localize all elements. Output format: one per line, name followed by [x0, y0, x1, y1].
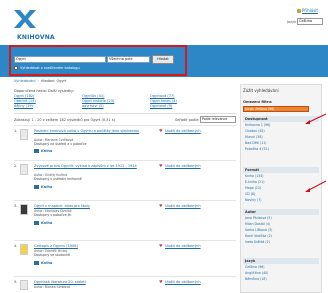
facet-item[interactable]: Čeština (96) [245, 265, 265, 270]
divider [14, 113, 236, 114]
book-cover-icon[interactable] [20, 129, 28, 140]
login-link[interactable]: Přihlásit [302, 8, 318, 14]
result-format: Kniha [41, 185, 53, 189]
facet-heading[interactable]: Autor [243, 209, 319, 215]
facet-item[interactable]: E-kniha (21) [245, 180, 264, 185]
save-favorite-link[interactable]: Uložit do oblíbených [165, 164, 201, 168]
facet-item[interactable]: Němčina (18) [245, 277, 267, 282]
result-title[interactable]: Ogyrtská literatura 20. století [34, 280, 154, 284]
result-item: 4. Cestopis z Ogyrtu (1908) Autor: Zdeně… [14, 240, 236, 274]
related-searches-title: Doporučená hesla: Další výsledky: [14, 89, 74, 93]
current-filter-label: Omezení filtru: [243, 100, 273, 104]
heart-icon[interactable]: ♥ [159, 204, 163, 208]
facet-item[interactable]: Noviny (7) [245, 198, 262, 203]
result-item: 1. Poslední kmenová válka v Ogyrtu a poč… [14, 125, 236, 159]
book-cover-icon[interactable] [20, 204, 28, 215]
facet-item[interactable]: Angličtina (40) [245, 271, 268, 276]
annotation-arrow-icon [305, 113, 327, 124]
related-link[interactable]: Ogyrt kmen (4) [150, 99, 177, 103]
book-cover-icon[interactable] [20, 244, 28, 255]
result-holdings: Dostupný v pobočce Jih [34, 213, 72, 217]
result-format: Kniha [41, 261, 53, 265]
facet-heading[interactable]: Jazyk [243, 258, 319, 264]
result-holdings: Dostupný ve studovně [34, 253, 70, 257]
facet-item[interactable]: Milan Dostál (4) [245, 222, 270, 227]
app-title: KNIHOVNA [17, 34, 55, 41]
facet-item[interactable]: Šárka Lišková (3) [245, 228, 272, 233]
result-number: 1. [14, 129, 18, 133]
library-logo[interactable] [14, 10, 36, 28]
breadcrumb-current: Hledání: Ogyrt [40, 79, 67, 83]
save-favorite-link[interactable]: Uložit do oblíbených [165, 204, 201, 208]
heart-icon[interactable]: ♥ [159, 129, 163, 133]
result-author: Autor: Blanka Šimková [34, 285, 71, 289]
result-title[interactable]: Cestopis z Ogyrtu (1908) [34, 244, 154, 248]
facet-heading[interactable]: Formát [243, 167, 319, 173]
facet-item[interactable]: Nad Děti (11) [245, 141, 266, 146]
breadcrumb-home[interactable]: Vyhledávání [14, 79, 36, 83]
facet-item[interactable]: Iveta Krátká (2) [245, 240, 270, 245]
related-link[interactable]: dějiny (19) [14, 104, 33, 108]
result-holdings: Dostupný na ústředí a v pobočce [34, 142, 87, 146]
book-cover-icon[interactable] [20, 280, 28, 290]
heart-icon[interactable]: ♥ [159, 280, 163, 284]
breadcrumb: Vyhledávání › Hledání: Ogyrt [14, 79, 67, 83]
result-number: 4. [14, 244, 18, 248]
save-favorite-link[interactable]: Uložit do oblíbených [165, 244, 201, 248]
related-searches: Ogyrt (182) Ogyrtův (41) Ogyrtová (77) O… [14, 94, 189, 111]
related-link[interactable]: Ogyrtové (9) [150, 104, 172, 108]
book-icon [34, 185, 39, 189]
result-number: 3. [14, 204, 18, 208]
sidebar-title: Zúžit vyhledávání [243, 88, 279, 93]
facet-item[interactable]: Jana Pánková (5) [245, 216, 272, 221]
result-title[interactable]: Ogyrt v mapách: atlas pro školy [34, 204, 154, 208]
active-filter[interactable]: Jazyk: čeština (96) [243, 106, 309, 112]
related-link[interactable]: Obecné (14) [14, 99, 36, 103]
facet-item[interactable]: Chodov (45) [245, 129, 265, 134]
facet-item[interactable]: Kniha (134) [245, 174, 264, 179]
language-label: Jazyk [287, 20, 297, 24]
facet-item[interactable]: Hlavní (38) [245, 135, 263, 140]
result-format: Kniha [41, 149, 53, 153]
page: KNIHOVNA Přihlásit Jazyk Čeština Ogyrt V… [0, 0, 328, 293]
search-highlight-box [9, 45, 187, 76]
result-title[interactable]: Zvykové právo Ogyrtů: výklad k zápisům z… [34, 164, 154, 168]
annotation-arrow-icon [305, 180, 327, 192]
book-icon [34, 149, 39, 153]
result-holdings: Dostupný v ústřední knihovně [34, 177, 82, 181]
result-item: 5. Ogyrtská literatura 20. století Autor… [14, 276, 236, 293]
related-link[interactable]: ogyrtství (5) [82, 104, 104, 108]
result-item: 2. Zvykové právo Ogyrtů: výklad k zápisů… [14, 160, 236, 194]
result-count: Zobrazuji 1 - 20 z celkem 182 výsledků p… [14, 118, 115, 122]
heart-icon[interactable]: ♥ [159, 164, 163, 168]
save-favorite-link[interactable]: Uložit do oblíbených [165, 129, 201, 133]
save-favorite-link[interactable]: Uložit do oblíbených [165, 280, 201, 284]
facet-item[interactable]: Knihovna 1 (96) [245, 123, 270, 128]
sort-select[interactable]: Podle relevance [200, 116, 236, 123]
result-number: 2. [14, 164, 18, 168]
related-link[interactable]: Ogyrtová (77) [150, 94, 175, 98]
sort-label: Seřadit podle: [175, 118, 200, 122]
related-link[interactable]: Ogyrt (182) [14, 94, 34, 98]
book-icon [34, 261, 39, 265]
facet-item[interactable]: Mapa (12) [245, 186, 261, 191]
book-icon [34, 221, 39, 225]
facet-item[interactable]: Pobočka 4 (52) [245, 147, 269, 152]
language-select[interactable]: Čeština [297, 18, 323, 25]
user-icon [297, 9, 301, 13]
heart-icon[interactable]: ♥ [159, 244, 163, 248]
facet-item[interactable]: CD (8) [245, 192, 255, 197]
facet-item[interactable]: Karel Vodička (2) [245, 234, 272, 239]
related-link[interactable]: Ogyrtův (41) [82, 94, 104, 98]
result-title[interactable]: Poslední kmenová válka v Ogyrtu a počátk… [34, 129, 154, 133]
result-number: 5. [14, 280, 18, 284]
book-cover-icon[interactable] [20, 164, 28, 175]
result-item: 3. Ogyrt v mapách: atlas pro školy Autor… [14, 200, 236, 234]
result-format: Kniha [41, 221, 53, 225]
related-link[interactable]: Ogyrt historie (23) [82, 99, 114, 103]
